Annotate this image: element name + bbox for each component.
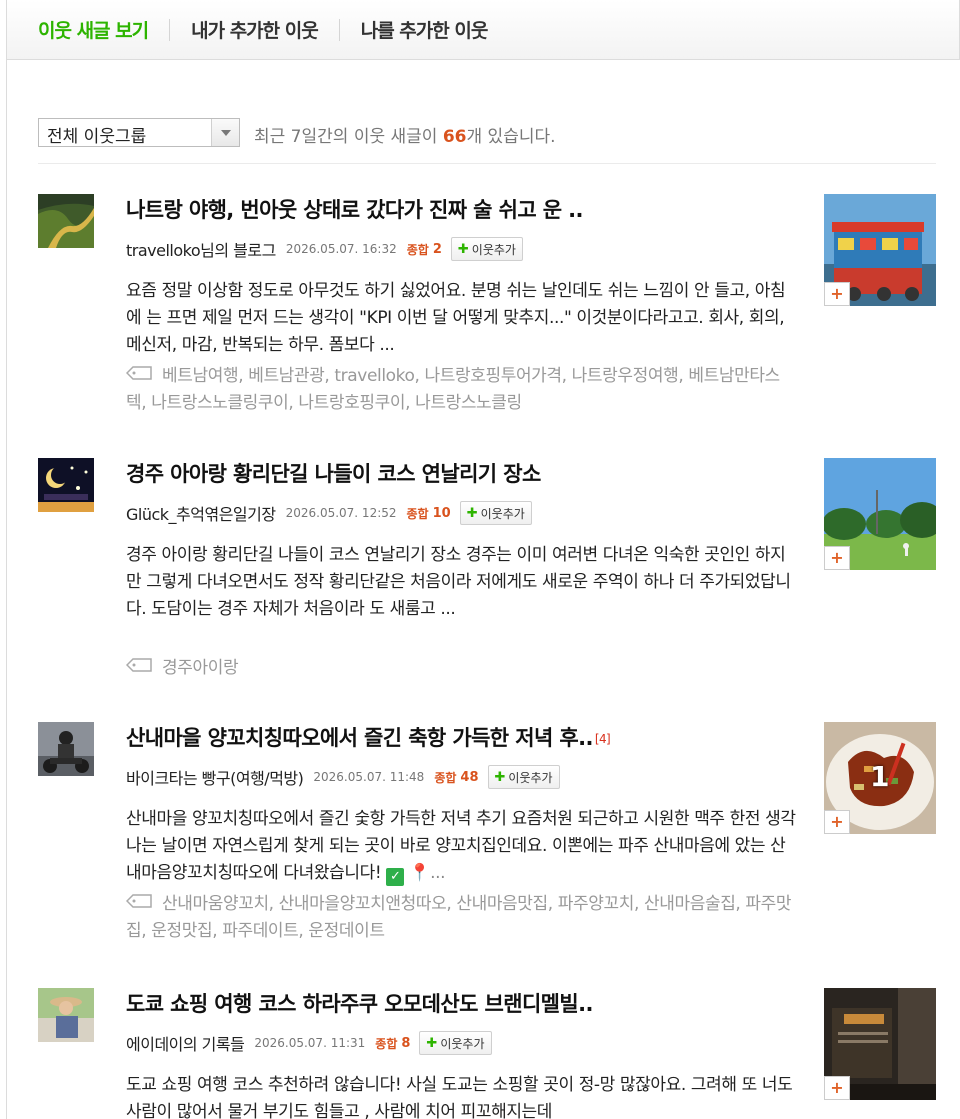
tab-divider xyxy=(338,18,340,41)
tab-divider xyxy=(169,18,171,41)
post-score: 2 xyxy=(432,241,442,257)
comment-count[interactable]: [4] xyxy=(595,732,611,746)
add-to-scrap-button[interactable]: + xyxy=(824,810,850,834)
image-count-badge: 1 xyxy=(870,760,890,793)
post-meta: Glück_추억엮은일기장 2026.05.07. 12:52 종합 10 ✚ 이… xyxy=(126,500,532,526)
post-excerpt[interactable]: 산내마을 양꼬치칭따오에서 즐긴 숯항 가득한 저녁 추기 요즘처원 되근하고 … xyxy=(126,806,796,887)
plus-icon: ✚ xyxy=(426,1035,438,1051)
post-tags: 베트남여행, 베트남관광, travelloko, 나트랑호핑투어가격, 나트랑… xyxy=(125,362,796,417)
post-item: 나트랑 야행, 번아웃 상태로 갔다가 진짜 술 쉬고 운 .. travell… xyxy=(38,194,936,444)
score-label: 종합 xyxy=(434,770,457,785)
post-tags: 경주아이랑 xyxy=(125,654,796,682)
post-title[interactable]: 경주 아아랑 황리단길 나들이 코스 연날리기 장소 xyxy=(126,458,796,488)
post-item: 도쿄 쇼핑 여행 코스 하라주쿠 오모데산도 브랜디멜빌.. 에이데이의 기록들… xyxy=(38,988,936,1119)
filter-row: 전체 이웃그룹 최근 7일간의 이웃 새글이 66개 있습니다. xyxy=(38,118,936,164)
post-date: 2026.05.07. 16:32 xyxy=(285,242,397,256)
neighbor-group-select[interactable]: 전체 이웃그룹 xyxy=(38,118,240,147)
add-neighbor-button[interactable]: ✚ 이웃추가 xyxy=(419,1031,492,1055)
add-to-scrap-button[interactable]: + xyxy=(824,546,850,570)
post-title[interactable]: 산내마을 양꼬치칭따오에서 즐긴 축항 가득한 저녁 후.. [4] xyxy=(126,722,796,752)
plus-icon: ✚ xyxy=(494,769,506,785)
avatar[interactable] xyxy=(38,988,94,1042)
check-mark-icon: ✓ xyxy=(386,868,405,886)
new-post-summary: 최근 7일간의 이웃 새글이 66개 있습니다. xyxy=(254,127,556,147)
post-thumbnail[interactable]: + xyxy=(824,194,936,306)
add-neighbor-button[interactable]: ✚ 이웃추가 xyxy=(487,765,560,789)
post-score: 10 xyxy=(432,505,451,521)
score-label: 종합 xyxy=(406,242,429,257)
post-author[interactable]: Glück_추억엮은일기장 xyxy=(126,501,276,525)
main-content: 전체 이웃그룹 최근 7일간의 이웃 새글이 66개 있습니다. 나트랑 야행,… xyxy=(6,60,960,1119)
post-excerpt[interactable]: 경주 아이랑 황리단길 나들이 코스 연날리기 장소 경주는 이미 여러변 다녀… xyxy=(126,542,796,623)
add-to-scrap-button[interactable]: + xyxy=(824,282,850,306)
post-title[interactable]: 나트랑 야행, 번아웃 상태로 갔다가 진짜 술 쉬고 운 .. xyxy=(126,194,796,224)
neighbor-group-select-value: 전체 이웃그룹 xyxy=(47,127,147,147)
post-thumbnail[interactable]: + xyxy=(824,458,936,570)
post-excerpt[interactable]: 요즘 정말 이상함 정도로 아무것도 하기 싫었어요. 분명 쉬는 날인데도 쉬… xyxy=(126,278,796,359)
post-item: 경주 아아랑 황리단길 나들이 코스 연날리기 장소 Glück_추억엮은일기장… xyxy=(38,458,936,698)
tag-icon xyxy=(125,890,152,908)
post-score: 8 xyxy=(401,1035,411,1051)
post-date: 2026.05.07. 11:48 xyxy=(313,770,425,784)
post-date: 2026.05.07. 11:31 xyxy=(254,1036,366,1050)
post-thumbnail[interactable]: + xyxy=(824,988,936,1100)
tab-neighbor-new-posts[interactable]: 이웃 새글 보기 xyxy=(38,16,149,43)
avatar[interactable] xyxy=(38,194,94,248)
add-neighbor-button[interactable]: ✚ 이웃추가 xyxy=(459,501,532,525)
tag-icon xyxy=(125,654,152,672)
plus-icon: ✚ xyxy=(457,241,469,257)
chevron-down-icon[interactable] xyxy=(211,119,239,146)
post-item: 산내마을 양꼬치칭따오에서 즐긴 축항 가득한 저녁 후.. [4] 바이크타는 … xyxy=(38,722,936,952)
post-excerpt[interactable]: 도교 쇼핑 여행 코스 추천하려 않습니다! 사실 도교는 소핑할 곳이 정-망… xyxy=(126,1072,796,1119)
tab-my-added-neighbors[interactable]: 내가 추가한 이웃 xyxy=(191,16,319,43)
tag-icon xyxy=(125,362,152,380)
add-neighbor-button[interactable]: ✚ 이웃추가 xyxy=(450,237,523,261)
post-score: 48 xyxy=(460,769,479,785)
post-title[interactable]: 도쿄 쇼핑 여행 코스 하라주쿠 오모데산도 브랜디멜빌.. xyxy=(126,988,796,1018)
add-to-scrap-button[interactable]: + xyxy=(824,1076,850,1100)
post-date: 2026.05.07. 12:52 xyxy=(285,506,397,520)
post-meta: travelloko님의 블로그 2026.05.07. 16:32 종합 2 … xyxy=(126,236,523,262)
pin-icon: 📍 xyxy=(409,863,431,883)
more-ellipsis: ... xyxy=(430,863,446,883)
score-label: 종합 xyxy=(375,1036,398,1051)
new-post-count: 66 xyxy=(442,127,467,147)
post-author[interactable]: travelloko님의 블로그 xyxy=(126,237,276,261)
post-meta: 에이데이의 기록들 2026.05.07. 11:31 종합 8 ✚ 이웃추가 xyxy=(126,1030,492,1056)
avatar[interactable] xyxy=(38,722,94,776)
post-tags: 산내마움양꼬치, 산내마을양꼬치앤청따오, 산내마음맛집, 파주양꼬치, 산내마… xyxy=(125,890,796,945)
post-author[interactable]: 에이데이의 기록들 xyxy=(126,1031,245,1055)
post-meta: 바이크타는 빵구(여행/먹방) 2026.05.07. 11:48 종합 48 … xyxy=(126,764,560,790)
plus-icon: ✚ xyxy=(466,505,478,521)
score-label: 종합 xyxy=(406,506,429,521)
post-thumbnail[interactable]: 1 + xyxy=(824,722,936,834)
tab-neighbors-added-me[interactable]: 나를 추가한 이웃 xyxy=(361,16,489,43)
tab-bar: 이웃 새글 보기 내가 추가한 이웃 나를 추가한 이웃 xyxy=(6,0,960,60)
post-author[interactable]: 바이크타는 빵구(여행/먹방) xyxy=(126,765,304,789)
avatar[interactable] xyxy=(38,458,94,512)
